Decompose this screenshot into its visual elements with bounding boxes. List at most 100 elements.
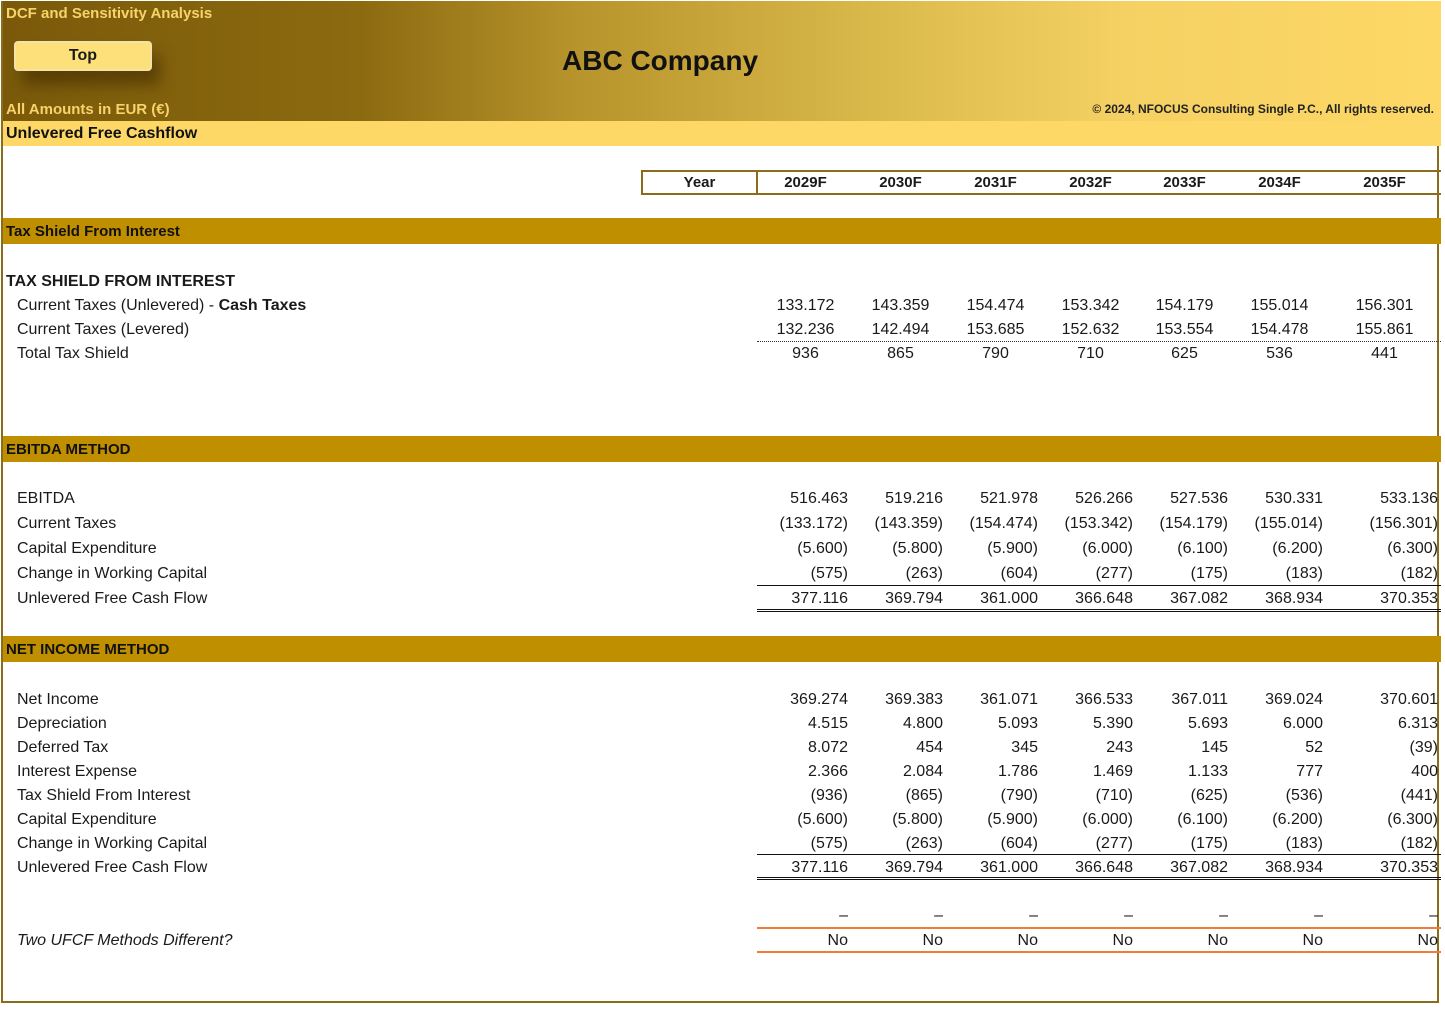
value-cell[interactable]: 790 (948, 345, 1043, 363)
value-cell[interactable]: 441 (1337, 345, 1432, 363)
value-cell[interactable]: (790) (943, 787, 1038, 805)
value-cell[interactable]: (277) (1038, 835, 1133, 853)
value-cell[interactable]: (153.342) (1038, 515, 1134, 533)
difference-cell[interactable]: – (848, 907, 943, 925)
value-cell[interactable]: 153.554 (1137, 321, 1232, 339)
value-cell[interactable]: (5.800) (848, 540, 943, 558)
value-cell[interactable]: 142.494 (853, 321, 948, 339)
value-cell[interactable]: 400 (1343, 763, 1438, 781)
value-cell[interactable]: (5.600) (753, 811, 848, 829)
value-cell[interactable]: (865) (848, 787, 943, 805)
difference-cell[interactable]: – (1343, 907, 1438, 925)
value-cell[interactable]: 527.536 (1133, 490, 1228, 508)
value-cell[interactable]: 865 (853, 345, 948, 363)
value-cell[interactable]: 155.014 (1232, 297, 1327, 315)
value-cell[interactable]: 4.800 (848, 715, 943, 733)
check-result-cell[interactable]: No (1228, 932, 1323, 950)
difference-cell[interactable]: – (1228, 907, 1323, 925)
value-cell[interactable]: (6.200) (1228, 540, 1323, 558)
value-cell[interactable]: 361.000 (943, 590, 1038, 608)
value-cell[interactable]: (155.014) (1228, 515, 1324, 533)
value-cell[interactable]: 377.116 (753, 859, 848, 877)
difference-cell[interactable]: – (753, 907, 848, 925)
value-cell[interactable]: 154.478 (1232, 321, 1327, 339)
difference-cell[interactable]: – (1133, 907, 1228, 925)
value-cell[interactable]: 777 (1228, 763, 1323, 781)
value-cell[interactable]: 153.685 (948, 321, 1043, 339)
value-cell[interactable]: (604) (943, 565, 1038, 583)
value-cell[interactable]: (710) (1038, 787, 1133, 805)
value-cell[interactable]: 155.861 (1337, 321, 1432, 339)
value-cell[interactable]: (182) (1343, 565, 1438, 583)
value-cell[interactable]: 153.342 (1043, 297, 1138, 315)
value-cell[interactable]: (441) (1343, 787, 1438, 805)
value-cell[interactable]: 369.794 (848, 590, 943, 608)
value-cell[interactable]: (182) (1343, 835, 1438, 853)
check-result-cell[interactable]: No (1133, 932, 1228, 950)
value-cell[interactable]: 133.172 (758, 297, 853, 315)
value-cell[interactable]: 143.359 (853, 297, 948, 315)
value-cell[interactable]: 154.179 (1137, 297, 1232, 315)
value-cell[interactable]: 370.353 (1343, 859, 1438, 877)
value-cell[interactable]: 369.274 (753, 691, 848, 709)
value-cell[interactable]: (154.179) (1133, 515, 1229, 533)
value-cell[interactable]: (154.474) (943, 515, 1039, 533)
value-cell[interactable]: 5.693 (1133, 715, 1228, 733)
value-cell[interactable]: (175) (1133, 565, 1228, 583)
top-button[interactable]: Top (14, 41, 152, 71)
value-cell[interactable]: (575) (753, 565, 848, 583)
check-result-cell[interactable]: No (1343, 932, 1438, 950)
value-cell[interactable]: 1.786 (943, 763, 1038, 781)
value-cell[interactable]: (156.301) (1343, 515, 1439, 533)
value-cell[interactable]: 530.331 (1228, 490, 1323, 508)
value-cell[interactable]: (5.800) (848, 811, 943, 829)
difference-cell[interactable]: – (943, 907, 1038, 925)
value-cell[interactable]: (277) (1038, 565, 1133, 583)
value-cell[interactable]: 370.601 (1343, 691, 1438, 709)
check-result-cell[interactable]: No (753, 932, 848, 950)
value-cell[interactable]: 936 (758, 345, 853, 363)
value-cell[interactable]: 625 (1137, 345, 1232, 363)
value-cell[interactable]: 8.072 (753, 739, 848, 757)
value-cell[interactable]: 1.133 (1133, 763, 1228, 781)
value-cell[interactable]: 243 (1038, 739, 1133, 757)
value-cell[interactable]: 454 (848, 739, 943, 757)
value-cell[interactable]: 370.353 (1343, 590, 1438, 608)
value-cell[interactable]: 367.082 (1133, 590, 1228, 608)
value-cell[interactable]: (183) (1228, 835, 1323, 853)
value-cell[interactable]: 52 (1228, 739, 1323, 757)
value-cell[interactable]: (5.900) (943, 811, 1038, 829)
value-cell[interactable]: (175) (1133, 835, 1228, 853)
value-cell[interactable]: 152.632 (1043, 321, 1138, 339)
value-cell[interactable]: (5.900) (943, 540, 1038, 558)
value-cell[interactable]: 369.024 (1228, 691, 1323, 709)
value-cell[interactable]: 1.469 (1038, 763, 1133, 781)
value-cell[interactable]: 2.084 (848, 763, 943, 781)
value-cell[interactable]: 377.116 (753, 590, 848, 608)
value-cell[interactable]: 6.000 (1228, 715, 1323, 733)
check-result-cell[interactable]: No (848, 932, 943, 950)
value-cell[interactable]: 132.236 (758, 321, 853, 339)
value-cell[interactable]: (6.300) (1343, 540, 1438, 558)
value-cell[interactable]: 156.301 (1337, 297, 1432, 315)
value-cell[interactable]: 368.934 (1228, 859, 1323, 877)
value-cell[interactable]: (604) (943, 835, 1038, 853)
value-cell[interactable]: (536) (1228, 787, 1323, 805)
value-cell[interactable]: (133.172) (753, 515, 849, 533)
value-cell[interactable]: 2.366 (753, 763, 848, 781)
value-cell[interactable]: 5.093 (943, 715, 1038, 733)
value-cell[interactable]: 533.136 (1343, 490, 1438, 508)
value-cell[interactable]: (625) (1133, 787, 1228, 805)
value-cell[interactable]: (263) (848, 835, 943, 853)
value-cell[interactable]: 368.934 (1228, 590, 1323, 608)
value-cell[interactable]: (143.359) (848, 515, 944, 533)
value-cell[interactable]: 5.390 (1038, 715, 1133, 733)
value-cell[interactable]: (6.000) (1038, 540, 1133, 558)
value-cell[interactable]: 345 (943, 739, 1038, 757)
value-cell[interactable]: 366.533 (1038, 691, 1133, 709)
value-cell[interactable]: 521.978 (943, 490, 1038, 508)
value-cell[interactable]: 6.313 (1343, 715, 1438, 733)
check-result-cell[interactable]: No (943, 932, 1038, 950)
value-cell[interactable]: 516.463 (753, 490, 848, 508)
value-cell[interactable]: (183) (1228, 565, 1323, 583)
